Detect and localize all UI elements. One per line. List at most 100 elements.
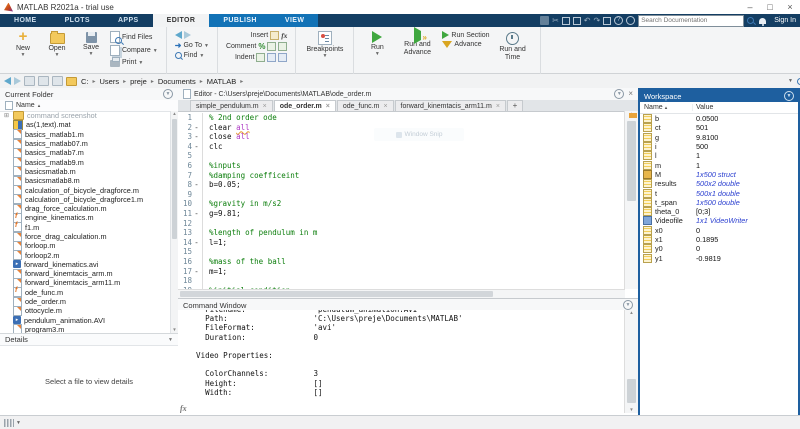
file-row[interactable]: f1.m (0, 222, 171, 233)
file-row[interactable]: ode_func.m (0, 287, 171, 298)
close-tab-icon[interactable]: × (326, 103, 330, 110)
file-row[interactable]: basics_matlab07.m (0, 138, 171, 149)
file-row[interactable]: forward_kinemtacis_arm11.m (0, 278, 171, 288)
workspace-row[interactable]: m1 (640, 160, 798, 170)
run-button[interactable]: Run ▼ (360, 29, 394, 57)
workspace-row[interactable]: l1 (640, 151, 798, 161)
indent-right-icon[interactable] (267, 53, 277, 62)
details-header[interactable]: Details ▼ (0, 333, 178, 346)
notification-bell-icon[interactable] (759, 17, 767, 26)
ribbon-tab-home[interactable]: HOME (0, 14, 51, 27)
browse-for-folder-icon[interactable] (38, 76, 49, 86)
file-row[interactable]: ode_order.m (0, 296, 171, 307)
workspace-row[interactable]: g 9.8100 (640, 132, 798, 142)
workspace-row[interactable]: t_span 1x500 double (640, 197, 798, 207)
find-files-button[interactable]: Find Files (110, 31, 158, 44)
redo-icon[interactable]: ↷ (594, 16, 601, 25)
paste-icon[interactable] (572, 16, 581, 25)
code-analyzer-warning-marker[interactable] (629, 113, 637, 118)
close-tab-icon[interactable]: × (383, 103, 387, 110)
uncomment-icon[interactable] (267, 42, 277, 51)
file-list-scrollbar[interactable]: ▲ ▼ (170, 111, 178, 333)
run-and-advance-button[interactable]: » Run and Advance (394, 27, 440, 58)
search-documentation-input[interactable] (638, 14, 745, 27)
new-tab-button[interactable]: + (506, 100, 523, 111)
quick-save-icon[interactable] (540, 16, 550, 25)
sign-in-link[interactable]: Sign In (774, 17, 796, 24)
advance-button[interactable]: Advance (442, 41, 489, 48)
workspace-row[interactable]: Videofile 1x1 VideoWriter (640, 216, 798, 226)
nav-back-icon[interactable] (4, 77, 11, 85)
ribbon-tab-plots[interactable]: PLOTS (51, 14, 104, 27)
find-button[interactable]: Find ▼ (174, 52, 209, 59)
file-row[interactable]: forward_kinemtacis_arm.m (0, 268, 171, 279)
workspace-row[interactable]: M 1x500 struct (640, 169, 798, 179)
file-row[interactable]: ▸ forward_kinematics.avi (0, 260, 171, 269)
smart-indent-icon[interactable] (256, 53, 266, 62)
workspace-row[interactable]: b 0.0500 (640, 114, 798, 124)
editor-vertical-scrollbar[interactable]: ▲ (624, 111, 638, 289)
ribbon-tab-apps[interactable]: APPS (104, 14, 153, 27)
status-layout-icon[interactable] (4, 419, 14, 427)
new-button[interactable]: + New ▼ (6, 29, 40, 58)
file-row[interactable]: basicsmatlab.m (0, 166, 171, 177)
file-row[interactable]: as(1,text).mat (0, 119, 171, 130)
file-row[interactable]: engine_kinematics.m (0, 212, 171, 223)
search-icon[interactable] (747, 17, 755, 24)
indent-row[interactable]: Indent (235, 53, 288, 62)
nav-forward-icon[interactable] (14, 77, 21, 85)
file-row[interactable]: calculation_of_bicycle_dragforce1.m (0, 194, 171, 205)
breadcrumb-segment[interactable]: MATLAB (206, 77, 237, 86)
workspace-row[interactable]: ct 501 (640, 123, 798, 133)
collapse-details-icon[interactable]: ▼ (168, 337, 173, 343)
editor-tab[interactable]: simple_pendulum.m × (190, 100, 273, 111)
command-window-scrollbar[interactable]: ▲ ▼ (624, 310, 638, 413)
editor-tab[interactable]: forward_kinemtacis_arm11.m × (394, 100, 506, 111)
workspace-row[interactable]: theta_0 [0;3] (640, 207, 798, 217)
file-row[interactable]: basics_matlab1.m (0, 129, 171, 140)
workspace-row[interactable]: i 500 (640, 142, 798, 152)
comment-icon[interactable]: % (258, 42, 265, 51)
workspace-menu-icon[interactable]: ▼ (784, 91, 794, 101)
close-icon[interactable]: × (780, 1, 800, 14)
indent-left-icon[interactable] (278, 53, 288, 62)
workspace-row[interactable]: x0 0 (640, 225, 798, 235)
run-section-button[interactable]: Run Section (442, 31, 490, 39)
up-one-level-icon[interactable] (24, 76, 35, 86)
insert-function-icon[interactable]: fx (281, 31, 287, 40)
breadcrumb-segment[interactable]: Documents (157, 77, 197, 86)
open-button[interactable]: Open ▼ (40, 29, 74, 58)
save-button[interactable]: Save ▼ (74, 29, 108, 57)
compare-button[interactable]: Compare ▼ (110, 45, 158, 56)
file-row[interactable]: ottocycle.m (0, 305, 171, 316)
copy-icon[interactable] (561, 16, 570, 25)
ribbon-tab-publish[interactable]: PUBLISH (209, 14, 271, 27)
close-tab-icon[interactable]: × (496, 103, 500, 110)
file-row[interactable]: drag_force_calculation.m (0, 203, 171, 214)
address-dropdown-icon[interactable]: ▼ (788, 79, 793, 84)
editor-close-icon[interactable]: × (628, 90, 633, 98)
command-window-menu-icon[interactable]: ▼ (623, 300, 633, 310)
file-row[interactable]: calculation_of_bicycle_dragforce.m (0, 185, 171, 196)
file-row[interactable]: basicsmatlab8.m (0, 175, 171, 186)
folder-actions-icon[interactable] (52, 76, 63, 86)
workspace-column-headers[interactable]: Name ▴ Value (640, 102, 798, 114)
workspace-row[interactable]: x1 0.1895 (640, 235, 798, 244)
breadcrumb-segment[interactable]: C: (80, 77, 90, 86)
editor-tab[interactable]: ode_func.m × (336, 100, 394, 111)
wrap-comments-icon[interactable] (278, 42, 288, 51)
workspace-row[interactable]: y0 0 (640, 244, 798, 254)
panel-menu-icon[interactable]: ▼ (163, 89, 173, 99)
insert-row[interactable]: Insert fx (251, 31, 287, 40)
undo-icon[interactable]: ↶ (584, 16, 591, 25)
back-icon[interactable] (174, 31, 182, 39)
minimize-icon[interactable]: – (740, 1, 760, 14)
run-and-time-button[interactable]: Run and Time (492, 29, 534, 63)
close-tab-icon[interactable]: × (263, 103, 267, 110)
file-row[interactable]: ⊞ command screenshot (0, 111, 171, 121)
help-icon[interactable]: ? (614, 16, 624, 25)
status-layout-dropdown-icon[interactable]: ▼ (16, 421, 21, 426)
file-row[interactable]: force_drag_calculation.m (0, 231, 171, 242)
workspace-row[interactable]: y1 -0.9819 (640, 253, 798, 263)
file-row[interactable]: ▸ pendulum_animation.AVI (0, 316, 171, 325)
